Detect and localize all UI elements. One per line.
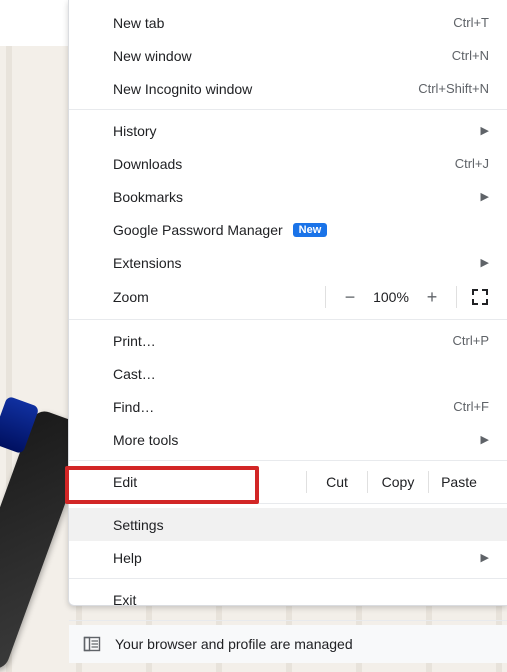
separator bbox=[69, 460, 507, 461]
shortcut: Ctrl+N bbox=[452, 48, 489, 63]
menu-item-incognito[interactable]: New Incognito window Ctrl+Shift+N bbox=[69, 72, 507, 105]
edit-paste-button[interactable]: Paste bbox=[429, 474, 489, 490]
menu-item-print[interactable]: Print… Ctrl+P bbox=[69, 324, 507, 357]
label: Help bbox=[113, 550, 489, 566]
label: Bookmarks bbox=[113, 189, 489, 205]
menu-item-find[interactable]: Find… Ctrl+F bbox=[69, 390, 507, 423]
divider bbox=[456, 286, 457, 308]
submenu-arrow-icon: ▶ bbox=[481, 551, 489, 564]
menu-item-zoom: Zoom − 100% + bbox=[69, 279, 507, 315]
chrome-main-menu: New tab Ctrl+T New window Ctrl+N New Inc… bbox=[68, 0, 507, 606]
label: History bbox=[113, 123, 489, 139]
menu-item-cast[interactable]: Cast… bbox=[69, 357, 507, 390]
zoom-in-button[interactable]: + bbox=[416, 288, 448, 306]
shortcut: Ctrl+F bbox=[453, 399, 489, 414]
label: Downloads bbox=[113, 156, 455, 172]
zoom-value: 100% bbox=[366, 289, 416, 305]
managed-icon bbox=[83, 635, 101, 653]
label: Exit bbox=[113, 592, 489, 608]
menu-item-settings[interactable]: Settings bbox=[69, 508, 507, 541]
separator bbox=[69, 319, 507, 320]
managed-text: Your browser and profile are managed bbox=[115, 636, 353, 652]
separator bbox=[69, 109, 507, 110]
menu-item-bookmarks[interactable]: Bookmarks ▶ bbox=[69, 180, 507, 213]
shortcut: Ctrl+J bbox=[455, 156, 489, 171]
menu-item-new-window[interactable]: New window Ctrl+N bbox=[69, 39, 507, 72]
label: New tab bbox=[113, 15, 453, 31]
separator bbox=[69, 503, 507, 504]
separator bbox=[69, 620, 507, 621]
submenu-arrow-icon: ▶ bbox=[481, 256, 489, 269]
managed-notice[interactable]: Your browser and profile are managed bbox=[69, 625, 507, 663]
label: Settings bbox=[113, 517, 489, 533]
menu-item-new-tab[interactable]: New tab Ctrl+T bbox=[69, 6, 507, 39]
label: Cast… bbox=[113, 366, 489, 382]
label: New Incognito window bbox=[113, 81, 418, 97]
label: Find… bbox=[113, 399, 453, 415]
menu-item-password-manager[interactable]: Google Password Manager New bbox=[69, 213, 507, 246]
menu-item-exit[interactable]: Exit bbox=[69, 583, 507, 616]
new-badge: New bbox=[293, 223, 328, 237]
label: Extensions bbox=[113, 255, 489, 271]
menu-item-edit: Edit Cut Copy Paste bbox=[69, 465, 507, 499]
menu-item-downloads[interactable]: Downloads Ctrl+J bbox=[69, 147, 507, 180]
menu-item-extensions[interactable]: Extensions ▶ bbox=[69, 246, 507, 279]
submenu-arrow-icon: ▶ bbox=[481, 124, 489, 137]
menu-item-more-tools[interactable]: More tools ▶ bbox=[69, 423, 507, 456]
menu-item-help[interactable]: Help ▶ bbox=[69, 541, 507, 574]
label: Google Password Manager bbox=[113, 222, 283, 238]
label: Edit bbox=[113, 474, 306, 490]
separator bbox=[69, 578, 507, 579]
divider bbox=[325, 286, 326, 308]
shortcut: Ctrl+Shift+N bbox=[418, 81, 489, 96]
label: New window bbox=[113, 48, 452, 64]
edit-copy-button[interactable]: Copy bbox=[368, 474, 428, 490]
shortcut: Ctrl+T bbox=[453, 15, 489, 30]
submenu-arrow-icon: ▶ bbox=[481, 433, 489, 446]
label: Print… bbox=[113, 333, 453, 349]
edit-cut-button[interactable]: Cut bbox=[307, 474, 367, 490]
shortcut: Ctrl+P bbox=[453, 333, 489, 348]
fullscreen-icon[interactable] bbox=[471, 288, 489, 306]
menu-item-history[interactable]: History ▶ bbox=[69, 114, 507, 147]
zoom-out-button[interactable]: − bbox=[334, 288, 366, 306]
submenu-arrow-icon: ▶ bbox=[481, 190, 489, 203]
label: More tools bbox=[113, 432, 489, 448]
label: Zoom bbox=[113, 289, 317, 305]
